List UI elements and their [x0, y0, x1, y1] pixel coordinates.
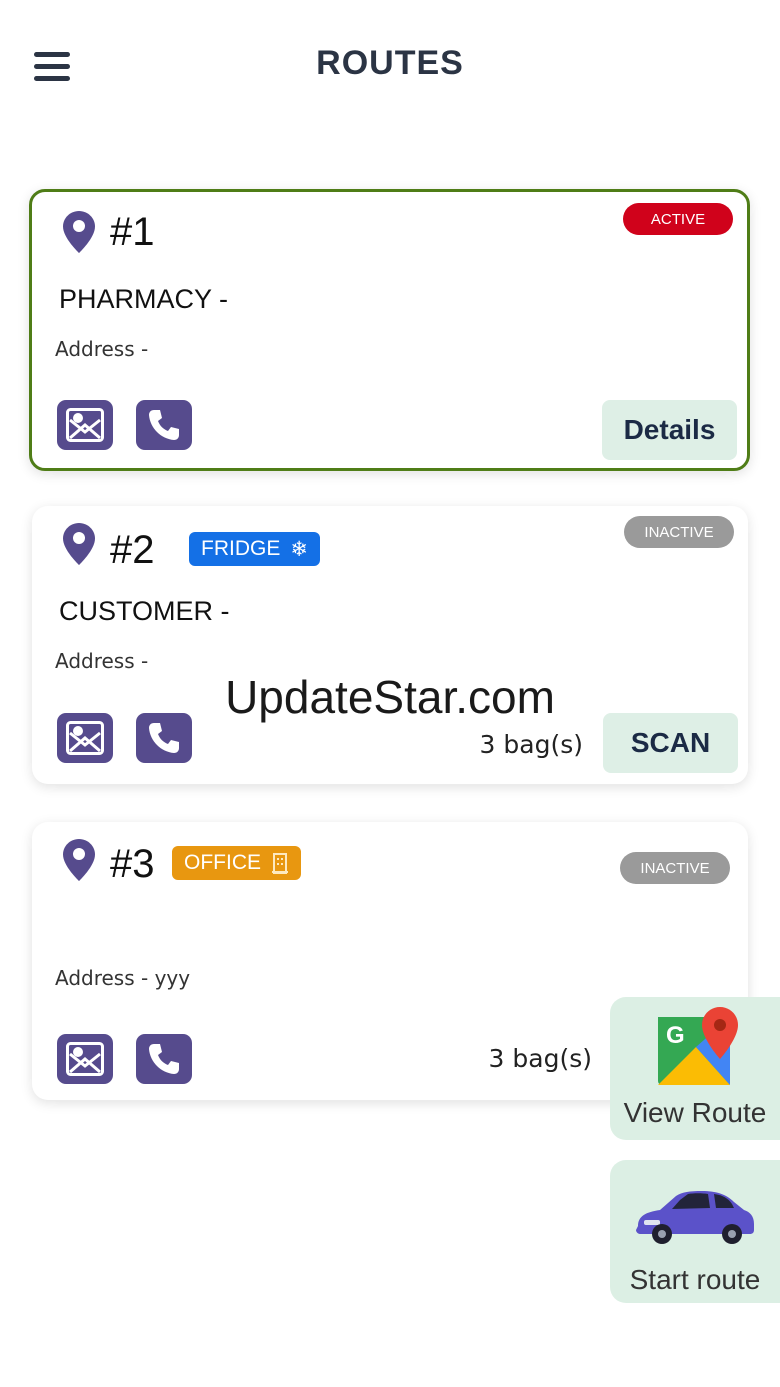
phone-icon[interactable]: [136, 400, 192, 450]
phone-icon[interactable]: [136, 713, 192, 763]
car-icon: [636, 1191, 754, 1244]
location-pin-icon: [63, 523, 95, 565]
tag-label: FRIDGE: [201, 537, 281, 560]
route-name: PHARMACY -: [59, 284, 229, 314]
page-title: ROUTES: [316, 44, 464, 82]
phone-icon[interactable]: [136, 1034, 192, 1084]
map-icon[interactable]: [57, 1034, 113, 1084]
bag-count: 3 bag(s): [488, 1044, 592, 1073]
map-icon[interactable]: [57, 713, 113, 763]
location-pin-icon: [63, 211, 95, 253]
route-number: #1: [110, 210, 155, 254]
scan-button[interactable]: SCAN: [603, 713, 738, 773]
route-number: #2: [110, 528, 155, 572]
google-maps-icon: G: [658, 1007, 738, 1085]
route-card-2[interactable]: #2 FRIDGE ❄ INACTIVE CUSTOMER - Address …: [32, 506, 748, 784]
location-pin-icon: [63, 839, 95, 881]
route-address: Address -: [55, 337, 149, 361]
fridge-tag: FRIDGE ❄: [189, 532, 320, 566]
status-badge: INACTIVE: [620, 852, 730, 884]
bag-count: 3 bag(s): [479, 730, 583, 759]
view-route-label: View Route: [623, 1097, 767, 1128]
app-header: ROUTES: [0, 0, 780, 130]
snowflake-icon: ❄: [290, 537, 308, 561]
details-button[interactable]: Details: [602, 400, 737, 460]
svg-text:G: G: [666, 1022, 685, 1049]
route-card-1[interactable]: #1 ACTIVE PHARMACY - Address - Details: [29, 189, 750, 471]
tag-label: OFFICE: [184, 851, 261, 874]
map-icon[interactable]: [57, 400, 113, 450]
route-number: #3: [110, 842, 155, 886]
route-address: Address -: [55, 649, 149, 673]
building-icon: [272, 853, 288, 874]
route-address: Address - yyy: [55, 966, 191, 990]
route-name: CUSTOMER -: [59, 596, 230, 626]
status-badge: ACTIVE: [623, 203, 733, 235]
start-route-button[interactable]: Start route: [610, 1160, 780, 1303]
office-tag: OFFICE: [172, 846, 301, 880]
status-badge: INACTIVE: [624, 516, 734, 548]
start-route-label: Start route: [629, 1264, 761, 1295]
view-route-button[interactable]: G View Route: [610, 997, 780, 1140]
